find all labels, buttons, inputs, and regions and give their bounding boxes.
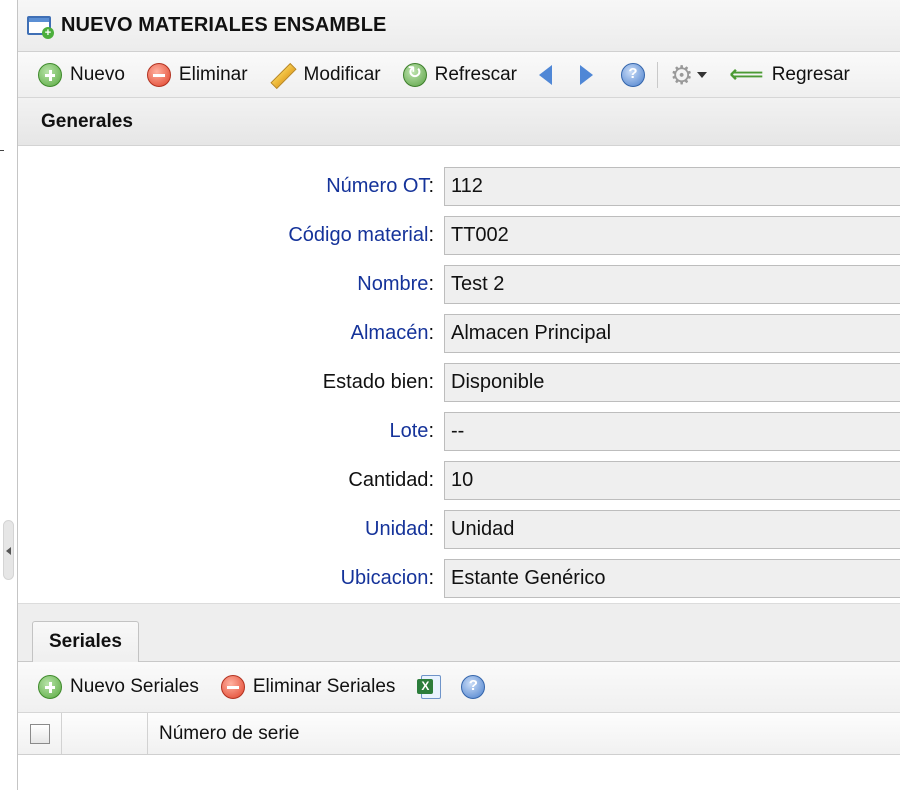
form-row-codigo-material: Código material: TT002 (18, 211, 900, 260)
unidad-field[interactable]: Unidad (444, 510, 900, 549)
regresar-label: Regresar (771, 63, 850, 85)
estado-bien-label: Estado bien: (322, 371, 434, 393)
tab-strip: Seriales (18, 604, 900, 662)
column-header-numero-serie[interactable]: Número de serie (148, 713, 900, 754)
form-row-nombre: Nombre: Test 2 (18, 260, 900, 309)
ubicacion-field[interactable]: Estante Genérico (444, 559, 900, 598)
add-icon (38, 62, 62, 87)
eliminar-button[interactable]: Eliminar (146, 62, 248, 87)
almacen-label: Almacén: (350, 322, 434, 344)
numero-ot-field[interactable]: 112 (444, 167, 900, 206)
materiales-window: + NUEVO MATERIALES ENSAMBLE Nuevo Elimin… (17, 0, 900, 790)
form-row-numero-ot: Número OT: 112 (18, 162, 900, 211)
main-toolbar: Nuevo Eliminar Modificar Refrescar ⚙ ⟸ R… (18, 52, 900, 98)
left-gutter (0, 0, 17, 790)
ubicacion-label: Ubicacion: (340, 567, 434, 589)
numero-ot-label: Número OT: (326, 175, 434, 197)
regresar-button[interactable]: ⟸ Regresar (729, 60, 850, 88)
nuevo-seriales-button[interactable]: Nuevo Seriales (38, 675, 199, 699)
codigo-material-label: Código material: (288, 224, 434, 246)
generales-form: Número OT: 112 Código material: TT002 No… (18, 146, 900, 604)
arrow-left-icon[interactable] (538, 64, 552, 85)
window-add-icon: + (26, 13, 54, 39)
modificar-button[interactable]: Modificar (270, 62, 381, 88)
delete-icon (146, 62, 171, 87)
seriales-grid-header: Número de serie (18, 713, 900, 755)
refrescar-button[interactable]: Refrescar (402, 62, 517, 87)
chevron-down-icon[interactable] (697, 71, 708, 78)
back-arrow-icon: ⟸ (729, 60, 764, 88)
almacen-field[interactable]: Almacen Principal (444, 314, 900, 353)
title-bar: + NUEVO MATERIALES ENSAMBLE (18, 0, 900, 52)
arrow-right-icon[interactable] (579, 64, 593, 85)
form-row-lote: Lote: -- (18, 407, 900, 456)
toolbar-separator (656, 61, 658, 88)
unidad-label: Unidad: (365, 518, 434, 540)
eliminar-seriales-button[interactable]: Eliminar Seriales (220, 675, 396, 699)
window-title: NUEVO MATERIALES ENSAMBLE (61, 14, 387, 36)
form-row-ubicacion: Ubicacion: Estante Genérico (18, 554, 900, 603)
form-row-unidad: Unidad: Unidad (18, 505, 900, 554)
gear-icon[interactable]: ⚙ (670, 62, 693, 88)
section-title: Generales (41, 110, 133, 132)
nombre-field[interactable]: Test 2 (444, 265, 900, 304)
cantidad-field[interactable]: 10 (444, 461, 900, 500)
pencil-icon (270, 62, 296, 88)
form-row-estado-bien: Estado bien: Disponible (18, 358, 900, 407)
divider-tick (0, 150, 4, 151)
seriales-toolbar: Nuevo Seriales Eliminar Seriales X (18, 662, 900, 713)
eliminar-seriales-label: Eliminar Seriales (252, 676, 396, 697)
add-icon (38, 675, 62, 699)
cantidad-label: Cantidad: (348, 469, 434, 491)
grid-header-spacer (62, 713, 148, 754)
lote-field[interactable]: -- (444, 412, 900, 451)
eliminar-label: Eliminar (178, 63, 248, 85)
form-row-cantidad: Cantidad: 10 (18, 456, 900, 505)
estado-bien-field[interactable]: Disponible (444, 363, 900, 402)
modificar-label: Modificar (303, 63, 381, 85)
refrescar-label: Refrescar (434, 63, 517, 85)
help-icon[interactable] (461, 675, 486, 699)
collapse-arrow-icon (6, 547, 11, 555)
nuevo-button[interactable]: Nuevo (38, 62, 125, 87)
nombre-label: Nombre: (357, 273, 434, 295)
lote-label: Lote: (389, 420, 435, 442)
refresh-icon (402, 62, 427, 87)
nuevo-label: Nuevo (70, 63, 125, 85)
excel-icon[interactable]: X (417, 674, 443, 700)
tab-seriales-label: Seriales (49, 631, 122, 652)
nuevo-seriales-label: Nuevo Seriales (70, 676, 199, 697)
select-all-cell (18, 713, 62, 754)
codigo-material-field[interactable]: TT002 (444, 216, 900, 255)
delete-icon (220, 675, 245, 699)
tab-seriales[interactable]: Seriales (32, 621, 139, 662)
select-all-checkbox[interactable] (29, 723, 50, 744)
help-icon[interactable] (620, 62, 645, 87)
collapse-handle[interactable] (3, 520, 14, 580)
form-row-almacen: Almacén: Almacen Principal (18, 309, 900, 358)
section-generales-header: Generales (18, 98, 900, 146)
